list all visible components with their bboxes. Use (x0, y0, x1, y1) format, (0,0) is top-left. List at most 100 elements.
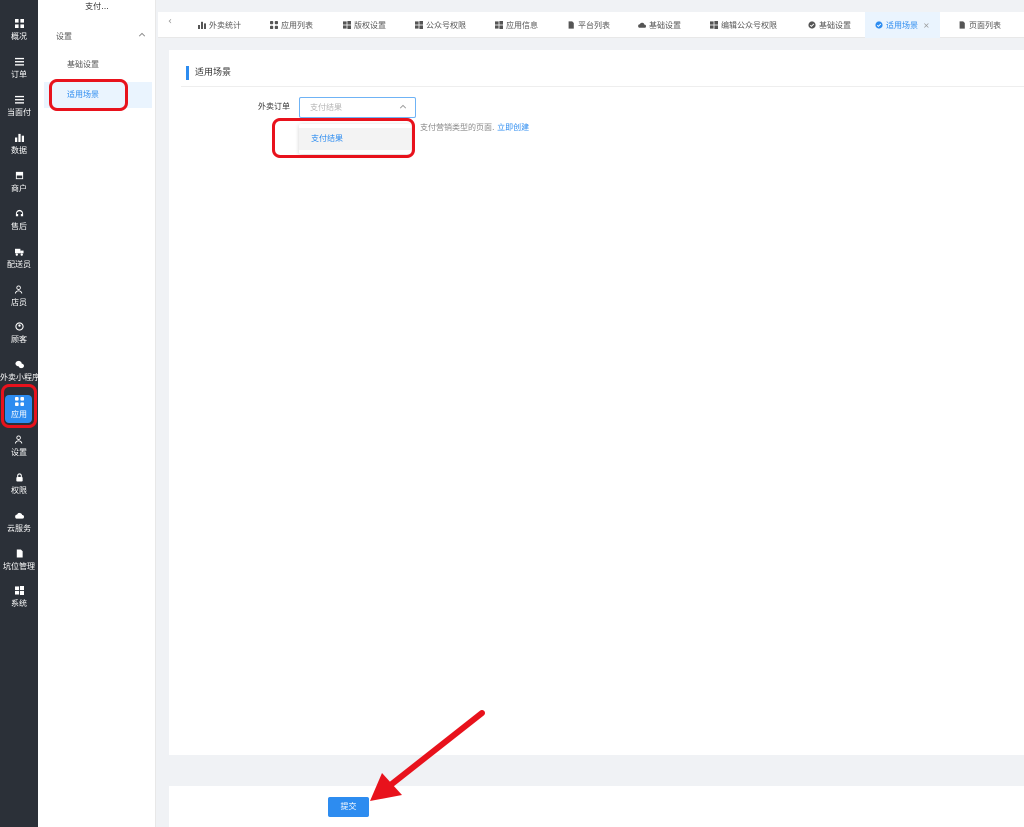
field-hint: 支付营销类型的页面. 立即创建 (420, 122, 529, 133)
subnav-item-label: 基础设置 (67, 60, 99, 69)
wechat-icon (14, 360, 24, 369)
nav-face-pay[interactable]: 当面付 (0, 89, 38, 123)
tab-platform-list[interactable]: 平台列表 (567, 12, 610, 38)
tab-app-list[interactable]: 应用列表 (270, 12, 313, 38)
nav-data[interactable]: 数据 (0, 127, 38, 161)
tab-label: 编辑公众号权限 (721, 20, 777, 30)
lock-icon (15, 472, 24, 482)
tab-page-list[interactable]: 页面列表 (958, 12, 1001, 38)
tab-close-icon[interactable]: × (923, 21, 930, 30)
tabs-scroll-left-icon[interactable]: ‹ (168, 16, 172, 27)
tab-copyright-settings[interactable]: 版权设置 (343, 12, 386, 38)
create-now-link[interactable]: 立即创建 (497, 123, 529, 132)
nav-merchant[interactable]: 商户 (0, 165, 38, 199)
field-label-takeout-order: 外卖订单 (258, 102, 290, 111)
check-circle-icon (875, 21, 883, 29)
nav-label: 系统 (11, 598, 27, 608)
tab-label: 版权设置 (354, 20, 386, 30)
takeout-order-select[interactable]: 支付结果 (299, 97, 416, 118)
nav-label: 概况 (11, 31, 27, 41)
nav-after-sales[interactable]: 售后 (0, 203, 38, 237)
nav-staff[interactable]: 店员 (0, 279, 38, 313)
nav-couriers[interactable]: 配送员 (0, 241, 38, 275)
windows-icon (14, 585, 24, 595)
windows-icon (495, 21, 503, 29)
tab-basic-settings[interactable]: 基础设置 (638, 12, 681, 38)
list-icon (14, 95, 24, 104)
subnav-item-basic-settings[interactable]: 基础设置 (44, 52, 152, 78)
windows-icon (415, 21, 423, 29)
nav-label: 店员 (11, 297, 27, 307)
nav-slot-management[interactable]: 坑位管理 (0, 543, 38, 577)
tab-applicable-scenarios[interactable]: 适用场景 × (865, 12, 940, 38)
nav-label: 外卖小程序 (0, 372, 38, 382)
list-icon (14, 57, 24, 66)
nav-orders[interactable]: 订单 (0, 51, 38, 85)
nav-cloud[interactable]: 云服务 (0, 505, 38, 539)
customer-icon (14, 321, 24, 331)
tab-label: 外卖统计 (209, 20, 241, 30)
tab-label: 适用场景 (886, 20, 918, 30)
delivery-icon (14, 247, 24, 256)
tab-label: 公众号权限 (426, 20, 466, 30)
grid-icon (14, 18, 24, 28)
sub-navigation: 支付... 设置 基础设置 适用场景 (38, 0, 156, 827)
nav-system[interactable]: 系统 (0, 580, 38, 614)
apps-icon (270, 21, 278, 29)
nav-label: 设置 (11, 447, 27, 457)
hint-text: 支付营销类型的页面. (420, 123, 495, 132)
nav-label: 配送员 (7, 259, 31, 269)
tab-label: 应用信息 (506, 20, 538, 30)
chevron-up-icon (399, 103, 407, 111)
nav-settings[interactable]: 设置 (0, 429, 38, 463)
nav-label: 云服务 (7, 523, 31, 533)
bar-chart-icon (14, 133, 24, 142)
annotation-highlight-subnav (49, 79, 128, 111)
store-icon (15, 171, 24, 180)
user-settings-icon (14, 434, 24, 444)
file-icon (568, 21, 574, 29)
section-title: 适用场景 (186, 66, 231, 80)
section-divider (181, 86, 1024, 87)
nav-label: 权限 (11, 485, 27, 495)
nav-takeout-miniprogram[interactable]: 外卖小程序 (0, 354, 38, 388)
cloud-icon (14, 511, 24, 520)
tab-official-account-permissions[interactable]: 公众号权限 (415, 12, 466, 38)
subnav-group-settings[interactable]: 设置 (56, 31, 146, 42)
nav-customers[interactable]: 顾客 (0, 316, 38, 350)
tab-basic-settings-2[interactable]: 基础设置 (808, 12, 851, 38)
tab-label: 基础设置 (819, 20, 851, 30)
check-circle-icon (808, 21, 816, 29)
annotation-highlight-apps (1, 384, 37, 428)
chevron-up-icon (138, 31, 146, 42)
tab-app-info[interactable]: 应用信息 (495, 12, 538, 38)
bar-chart-icon (198, 21, 206, 29)
apps-icon (14, 396, 24, 406)
nav-label: 顾客 (11, 334, 27, 344)
cloud-icon (638, 22, 646, 28)
nav-label: 数据 (11, 145, 27, 155)
file-icon (15, 548, 24, 558)
tab-label: 平台列表 (578, 20, 610, 30)
form-footer (169, 786, 1024, 827)
nav-overview[interactable]: 概况 (0, 13, 38, 47)
windows-icon (710, 21, 718, 29)
annotation-highlight-option (272, 118, 415, 158)
nav-permissions[interactable]: 权限 (0, 467, 38, 501)
file-icon (959, 21, 965, 29)
nav-label: 应用 (11, 409, 27, 419)
nav-label: 订单 (11, 69, 27, 79)
page-tabs: ‹ 外卖统计 应用列表 版权设置 公众号权限 应用信息 平台列表 基础设置 编辑… (158, 12, 1024, 38)
tab-edit-official-account-permissions[interactable]: 编辑公众号权限 (710, 12, 777, 38)
users-icon (14, 284, 24, 294)
nav-label: 坑位管理 (3, 561, 35, 571)
nav-label: 商户 (11, 183, 27, 193)
nav-label: 售后 (11, 221, 27, 231)
nav-label: 当面付 (7, 107, 31, 117)
headset-icon (15, 209, 24, 218)
tab-label: 基础设置 (649, 20, 681, 30)
tab-takeout-stats[interactable]: 外卖统计 (198, 12, 241, 38)
subnav-group-label: 设置 (56, 32, 72, 41)
annotation-arrow (370, 710, 485, 801)
tab-label: 应用列表 (281, 20, 313, 30)
